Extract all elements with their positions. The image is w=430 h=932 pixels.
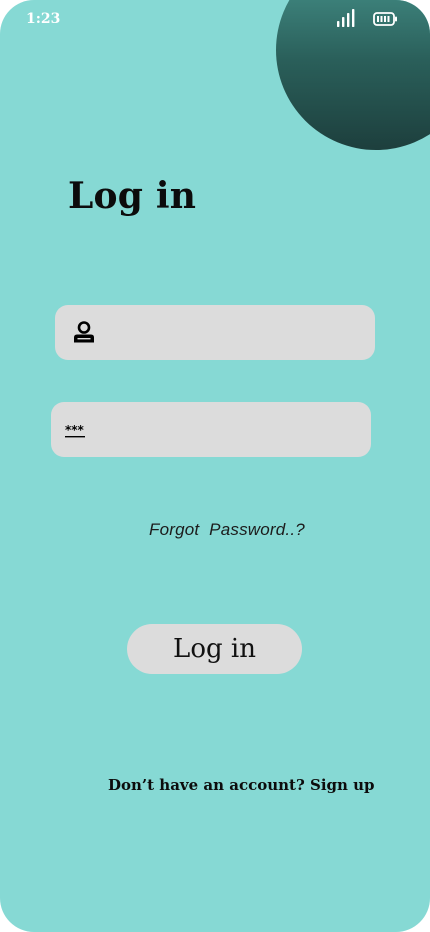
password-field[interactable]: *** <box>51 402 371 459</box>
username-field[interactable] <box>55 305 375 362</box>
battery-icon <box>373 12 397 26</box>
signal-icon <box>337 9 355 27</box>
svg-text:***: *** <box>65 423 85 437</box>
login-screen: 1:23 Log in *** Forgot Password..? Log i… <box>0 0 430 932</box>
password-input[interactable] <box>101 402 365 459</box>
username-input[interactable] <box>105 305 369 362</box>
signup-link[interactable]: Don’t have an account? Sign up <box>108 776 375 794</box>
user-icon <box>74 321 94 343</box>
login-button[interactable]: Log in <box>127 624 302 674</box>
status-time: 1:23 <box>26 11 61 27</box>
forgot-password-link[interactable]: Forgot Password..? <box>149 520 305 540</box>
page-title: Log in <box>68 175 197 217</box>
password-icon: *** <box>65 423 85 438</box>
